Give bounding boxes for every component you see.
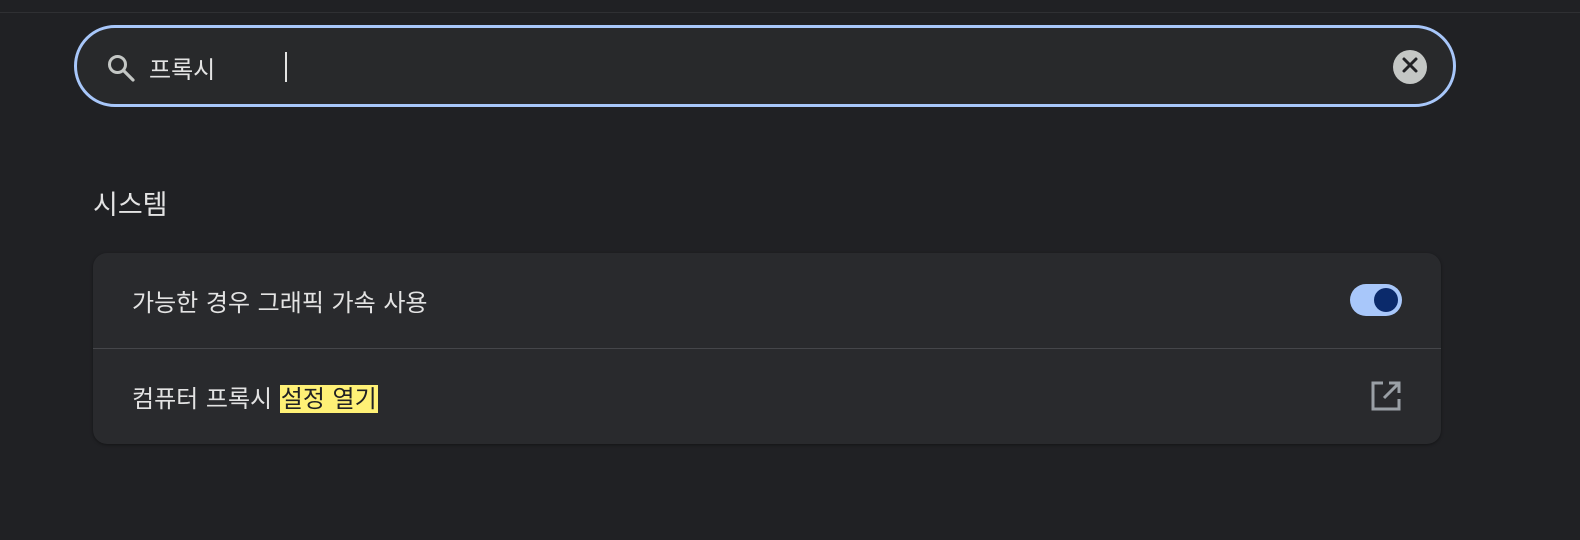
setting-row-proxy-settings[interactable]: 컴퓨터 프록시 설정 열기 <box>93 349 1441 444</box>
search-box[interactable] <box>74 25 1456 107</box>
graphics-acceleration-toggle[interactable] <box>1350 284 1402 316</box>
clear-search-button[interactable] <box>1393 50 1427 84</box>
toggle-knob <box>1374 288 1398 312</box>
section-title: 시스템 <box>93 190 168 221</box>
search-input[interactable] <box>149 48 1349 86</box>
search-icon <box>105 52 137 84</box>
setting-row-graphics-acceleration[interactable]: 가능한 경우 그래픽 가속 사용 <box>93 253 1441 348</box>
text-caret <box>285 52 287 82</box>
close-icon <box>1401 56 1419 78</box>
open-in-new-icon[interactable] <box>1369 379 1403 413</box>
proxy-label-prefix: 컴퓨터 프록시 <box>132 385 280 413</box>
setting-label-proxy-settings: 컴퓨터 프록시 설정 열기 <box>132 379 378 414</box>
settings-card: 가능한 경우 그래픽 가속 사용 컴퓨터 프록시 설정 열기 <box>93 253 1441 444</box>
search-match-highlight: 설정 열기 <box>279 385 378 413</box>
setting-label-graphics-acceleration: 가능한 경우 그래픽 가속 사용 <box>132 289 428 317</box>
top-divider <box>0 12 1580 13</box>
